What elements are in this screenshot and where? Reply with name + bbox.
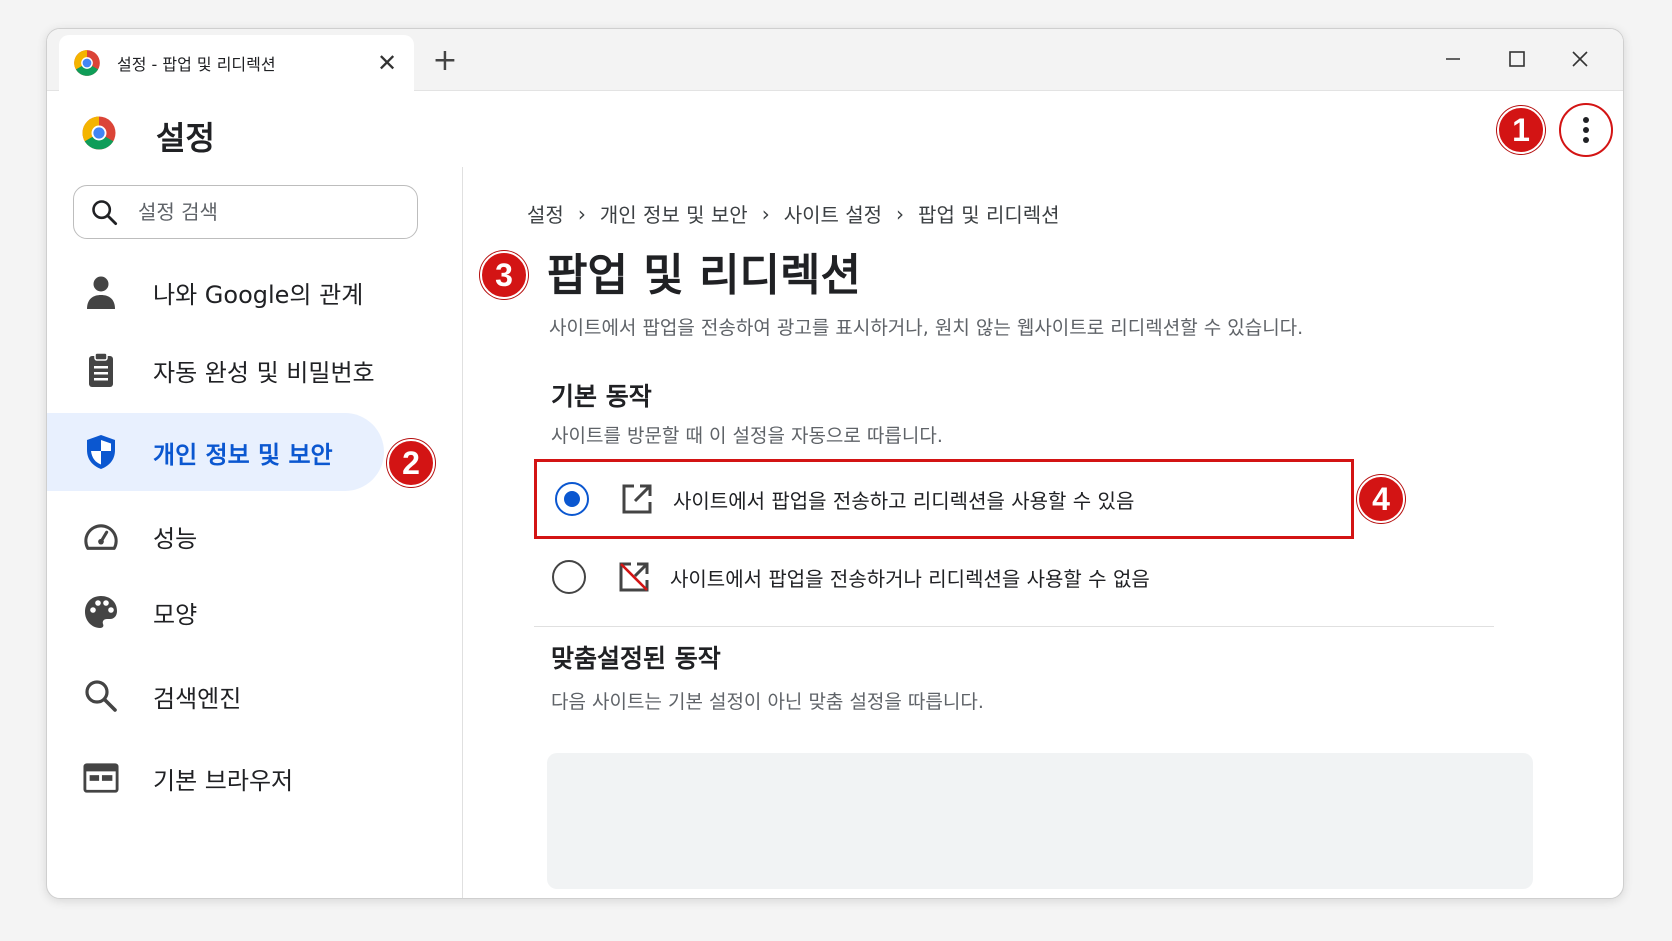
annotation-badge-1: 1 [1497,106,1545,154]
minimize-icon[interactable] [1431,39,1475,79]
sidebar-item-search-engine[interactable]: 검색엔진 [47,657,384,735]
annotation-badge-2: 2 [387,439,435,487]
breadcrumb-item[interactable]: 사이트 설정 [784,199,882,228]
sidebar-item-label: 검색엔진 [153,684,242,713]
more-menu-button[interactable] [1559,103,1613,157]
browser-icon [83,760,119,796]
search-icon [83,678,119,714]
sidebar-item-label: 성능 [153,524,198,553]
speedometer-icon [83,518,119,554]
person-icon [83,274,119,310]
title-bar: 설정 - 팝업 및 리디렉션 ✕ + [47,29,1623,91]
shield-icon [83,434,119,470]
annotation-badge-3: 3 [480,251,528,299]
custom-behavior-title: 맞춤설정된 동작 [551,644,721,673]
sidebar-item-label: 개인 정보 및 보안 [153,440,333,469]
search-icon [92,200,118,226]
breadcrumb-item: 팝업 및 리디렉션 [918,203,1060,227]
sidebar-item-performance[interactable]: 성능 [47,497,384,575]
option-label: 사이트에서 팝업을 전송하고 리디렉션을 사용할 수 있음 [673,488,1135,513]
tab-close-icon[interactable]: ✕ [374,50,400,76]
browser-tab[interactable]: 설정 - 팝업 및 리디렉션 ✕ [59,35,414,91]
breadcrumb-item[interactable]: 설정 [527,199,564,228]
open-in-new-off-icon [616,559,652,595]
settings-search-box[interactable] [73,185,418,239]
default-behavior-title: 기본 동작 [551,382,652,411]
sidebar-item-label: 나와 Google의 관계 [153,280,364,309]
maximize-icon[interactable] [1495,39,1539,79]
chevron-right-icon: › [577,201,586,226]
page-title: 팝업 및 리디렉션 [547,250,861,301]
sidebar-divider [462,167,463,898]
radio-selected[interactable] [555,482,589,516]
new-tab-icon[interactable]: + [427,43,463,79]
search-input[interactable] [138,200,388,224]
settings-title: 설정 [156,119,215,157]
chrome-logo-icon [74,50,100,76]
section-divider [534,626,1494,627]
chrome-logo-icon [82,116,116,150]
custom-sites-list [547,753,1533,889]
clipboard-icon [83,352,119,388]
chevron-right-icon: › [761,201,770,226]
sidebar-item-google[interactable]: 나와 Google의 관계 [47,253,384,331]
option-allow-popups[interactable]: 사이트에서 팝업을 전송하고 리디렉션을 사용할 수 있음 [534,459,1354,539]
sidebar-item-privacy[interactable]: 개인 정보 및 보안 [47,413,384,491]
sidebar-item-label: 기본 브라우저 [153,766,294,795]
window-close-icon[interactable] [1558,39,1602,79]
sidebar-item-label: 자동 완성 및 비밀번호 [153,358,375,387]
breadcrumb: 설정 › 개인 정보 및 보안 › 사이트 설정 › 팝업 및 리디렉션 [527,199,1060,228]
option-label: 사이트에서 팝업을 전송하거나 리디렉션을 사용할 수 없음 [670,566,1150,591]
option-block-popups[interactable]: 사이트에서 팝업을 전송하거나 리디렉션을 사용할 수 없음 [534,537,1354,617]
breadcrumb-item[interactable]: 개인 정보 및 보안 [600,199,748,228]
radio-unselected[interactable] [552,560,586,594]
more-vert-icon [1583,117,1589,143]
sidebar-item-default-browser[interactable]: 기본 브라우저 [47,739,384,817]
page-description: 사이트에서 팝업을 전송하여 광고를 표시하거나, 원치 않는 웹사이트로 리디… [549,317,1304,339]
annotation-badge-4: 4 [1357,475,1405,523]
open-in-new-icon [619,481,655,517]
sidebar-item-appearance[interactable]: 모양 [47,573,384,651]
custom-behavior-description: 다음 사이트는 기본 설정이 아닌 맞춤 설정을 따릅니다. [551,691,984,713]
chevron-right-icon: › [896,201,905,226]
sidebar-item-label: 모양 [153,600,198,629]
browser-window: 설정 - 팝업 및 리디렉션 ✕ + 설정 1 설정 검색 나와 Google의… [46,28,1624,899]
sidebar-item-autofill[interactable]: 자동 완성 및 비밀번호 [47,331,384,409]
default-behavior-description: 사이트를 방문할 때 이 설정을 자동으로 따릅니다. [551,425,943,447]
tab-title: 설정 - 팝업 및 리디렉션 [117,55,276,74]
palette-icon [83,594,119,630]
